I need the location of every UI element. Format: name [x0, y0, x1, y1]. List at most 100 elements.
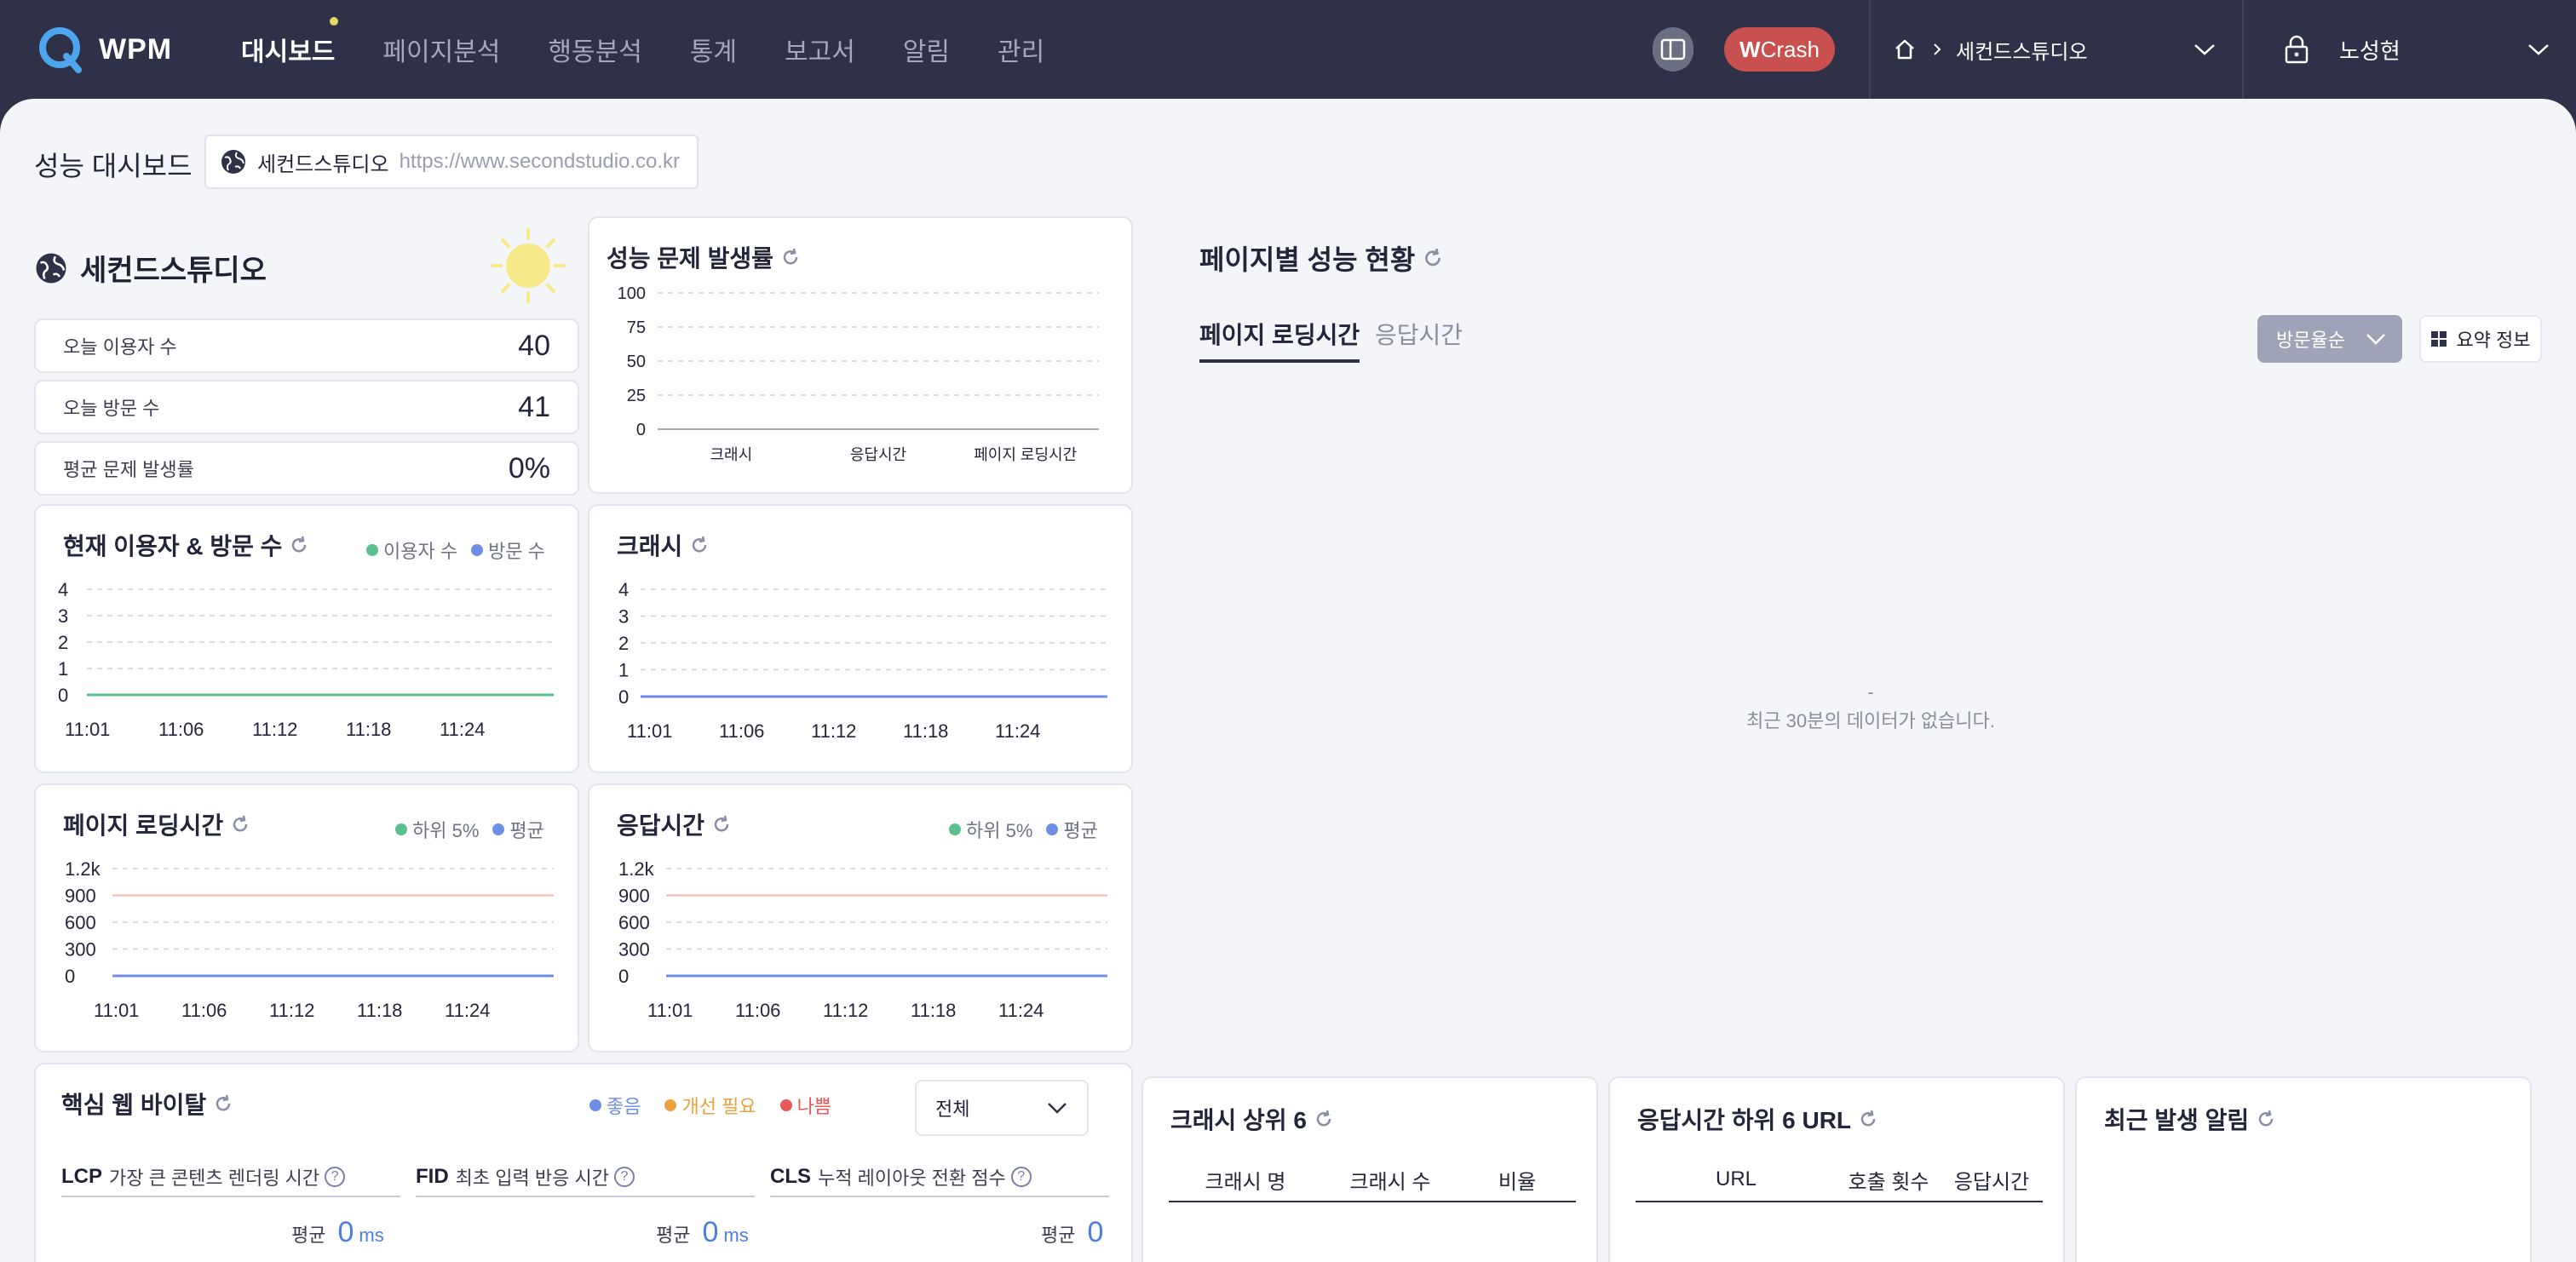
active-dot-icon	[330, 17, 339, 26]
crash-chart: 4 3 2 1 0 11:01 11:06 11:12 11:18 11:24	[618, 582, 1107, 742]
y-tick-label: 4	[618, 582, 629, 600]
crash-panel: 크래시 4 3 2 1 0 11:01 11:06 11:12 11:18 11:24	[588, 504, 1133, 773]
sort-dropdown[interactable]: 방문율순	[2257, 315, 2402, 363]
site-url-box: 세컨드스튜디오 https://www.secondstudio.co.kr	[204, 135, 699, 189]
site-selector[interactable]: 세컨드스튜디오	[1893, 0, 2234, 99]
refresh-icon[interactable]	[1858, 1109, 1878, 1129]
panel-title: 페이지 로딩시간	[63, 807, 250, 841]
x-tick-label: 11:06	[719, 720, 764, 742]
issue-rate-panel: 성능 문제 발생률 100 75 50 25 0 크래시 응답시간 페이지 로딩시간	[588, 216, 1133, 494]
legend-dot	[779, 1099, 792, 1111]
x-tick-label: 11:24	[995, 720, 1040, 742]
nav-item-page-analysis[interactable]: 페이지분석	[382, 31, 500, 68]
globe-icon	[221, 150, 245, 174]
stat-avg-issue-rate: 평균 문제 발생률 0%	[34, 441, 579, 496]
refresh-icon[interactable]	[289, 535, 309, 555]
response-time-panel: 응답시간 하위 5% 평균 1.2k 900 600 300 0 11:01 11:06 11…	[588, 783, 1133, 1053]
panel-title-text: 크래시	[617, 533, 683, 559]
nav-item-dashboard[interactable]: 대시보드	[241, 17, 339, 68]
chevron-down-icon	[2528, 44, 2549, 55]
panel-title-text: 성능 문제 발생률	[607, 245, 773, 272]
refresh-icon[interactable]	[230, 814, 250, 835]
cwv-fid-value: 평균 0 ms	[656, 1216, 749, 1249]
tab-page-loading[interactable]: 페이지 로딩시간	[1199, 317, 1360, 363]
x-tick-label: 응답시간	[850, 446, 906, 463]
nav-item-alerts[interactable]: 알림	[903, 31, 950, 68]
cwv-desc: 누적 레이아웃 전환 점수	[818, 1167, 1006, 1189]
site-url[interactable]: https://www.secondstudio.co.kr	[400, 150, 680, 174]
empty-state: - 최근 30분의 데이터가 없습니다.	[1199, 678, 2542, 736]
refresh-icon[interactable]	[711, 814, 732, 835]
stat-today-visits: 오늘 방문 수 41	[34, 380, 579, 434]
legend-dot	[949, 823, 961, 835]
avg-label: 평균	[291, 1225, 326, 1246]
summary-info-button[interactable]: 요약 정보	[2419, 315, 2542, 363]
y-tick-label: 0	[65, 966, 75, 987]
y-tick-label: 0	[58, 685, 68, 706]
cwv-unit: ms	[359, 1225, 384, 1246]
stat-value: 41	[518, 390, 550, 423]
cwv-unit: ms	[723, 1225, 749, 1246]
cwv-filter-select[interactable]: 전체	[915, 1080, 1089, 1136]
cwv-key: CLS	[770, 1165, 811, 1188]
help-icon[interactable]: ?	[613, 1167, 635, 1187]
x-tick-label: 11:24	[445, 1000, 490, 1021]
legend-label: 이용자 수	[383, 541, 458, 562]
nav-item-admin[interactable]: 관리	[998, 31, 1044, 68]
panel-title-text: 현재 이용자 & 방문 수	[63, 533, 283, 559]
refresh-icon[interactable]	[689, 535, 710, 555]
panel-title: 응답시간	[617, 807, 732, 841]
x-tick-label: 11:18	[357, 1000, 402, 1021]
help-icon[interactable]: ?	[1010, 1167, 1032, 1187]
avg-label: 평균	[656, 1225, 691, 1246]
legend-label: 하위 5%	[966, 820, 1033, 841]
column-header: 호출 횟수	[1848, 1170, 1929, 1194]
cwv-fid: FID 최초 입력 반응 시간?	[416, 1158, 755, 1197]
x-tick-label: 11:18	[903, 720, 948, 742]
user-menu[interactable]: 노성현	[2283, 0, 2550, 99]
empty-dash: -	[1867, 681, 1874, 703]
cwv-desc: 최초 입력 반응 시간	[455, 1167, 609, 1189]
x-tick-label: 11:24	[440, 719, 485, 740]
y-tick-label: 0	[618, 686, 629, 708]
wcrash-bold: W	[1739, 36, 1761, 62]
x-tick-label: 11:18	[911, 1000, 956, 1021]
layout-toggle-button[interactable]	[1653, 27, 1693, 72]
y-tick-label: 1	[618, 660, 629, 681]
refresh-icon[interactable]	[2256, 1109, 2276, 1129]
refresh-icon[interactable]	[780, 247, 801, 267]
refresh-icon[interactable]	[1314, 1109, 1334, 1129]
x-tick-label: 11:18	[346, 719, 391, 740]
legend-dot	[664, 1099, 677, 1111]
panel-title: 성능 문제 발생률	[607, 240, 801, 274]
stat-label: 오늘 이용자 수	[63, 336, 177, 358]
refresh-icon[interactable]	[213, 1093, 233, 1114]
help-icon[interactable]: ?	[325, 1167, 346, 1187]
y-tick-label: 300	[65, 939, 96, 961]
panel-title-text: 응답시간	[617, 812, 705, 839]
y-tick-label: 1	[58, 658, 68, 680]
refresh-icon[interactable]	[1422, 247, 1444, 269]
panel-title-text: 페이지 로딩시간	[63, 812, 224, 839]
x-tick-label: 11:01	[627, 720, 672, 742]
chevron-right-icon	[1934, 43, 1941, 55]
tab-response-time[interactable]: 응답시간	[1375, 317, 1463, 351]
cwv-legend: 좋음 개선 필요 나쁨	[589, 1092, 831, 1119]
y-tick-label: 900	[618, 886, 650, 907]
wcrash-button[interactable]: W Crash	[1724, 27, 1835, 72]
nav-item-statistics[interactable]: 통계	[690, 31, 737, 68]
app-logo[interactable]: WPM	[37, 24, 172, 75]
nav-item-behavior-analysis[interactable]: 행동분석	[548, 31, 641, 68]
legend-label: 방문 수	[488, 541, 545, 562]
response-time-chart: 1.2k 900 600 300 0 11:01 11:06 11:12 11:18 11:24	[618, 862, 1107, 1021]
top-navigation-bar: WPM 대시보드 페이지분석 행동분석 통계 보고서 알림 관리 W Crash …	[0, 0, 2576, 99]
panel-title: 크래시 상위 6	[1170, 1102, 1334, 1136]
y-tick-label: 600	[618, 912, 650, 933]
legend-dot	[1046, 823, 1059, 835]
recent-alerts-panel: 최근 발생 알림	[2075, 1076, 2532, 1262]
chart-legend: 하위 5% 평균	[395, 816, 544, 843]
y-tick-label: 2	[58, 632, 68, 653]
nav-item-reports[interactable]: 보고서	[785, 31, 855, 68]
current-users-panel: 현재 이용자 & 방문 수 이용자 수 방문 수 4 3 2 1 0 11:01 11:06…	[34, 504, 579, 773]
column-header: 크래시 수	[1349, 1170, 1431, 1194]
